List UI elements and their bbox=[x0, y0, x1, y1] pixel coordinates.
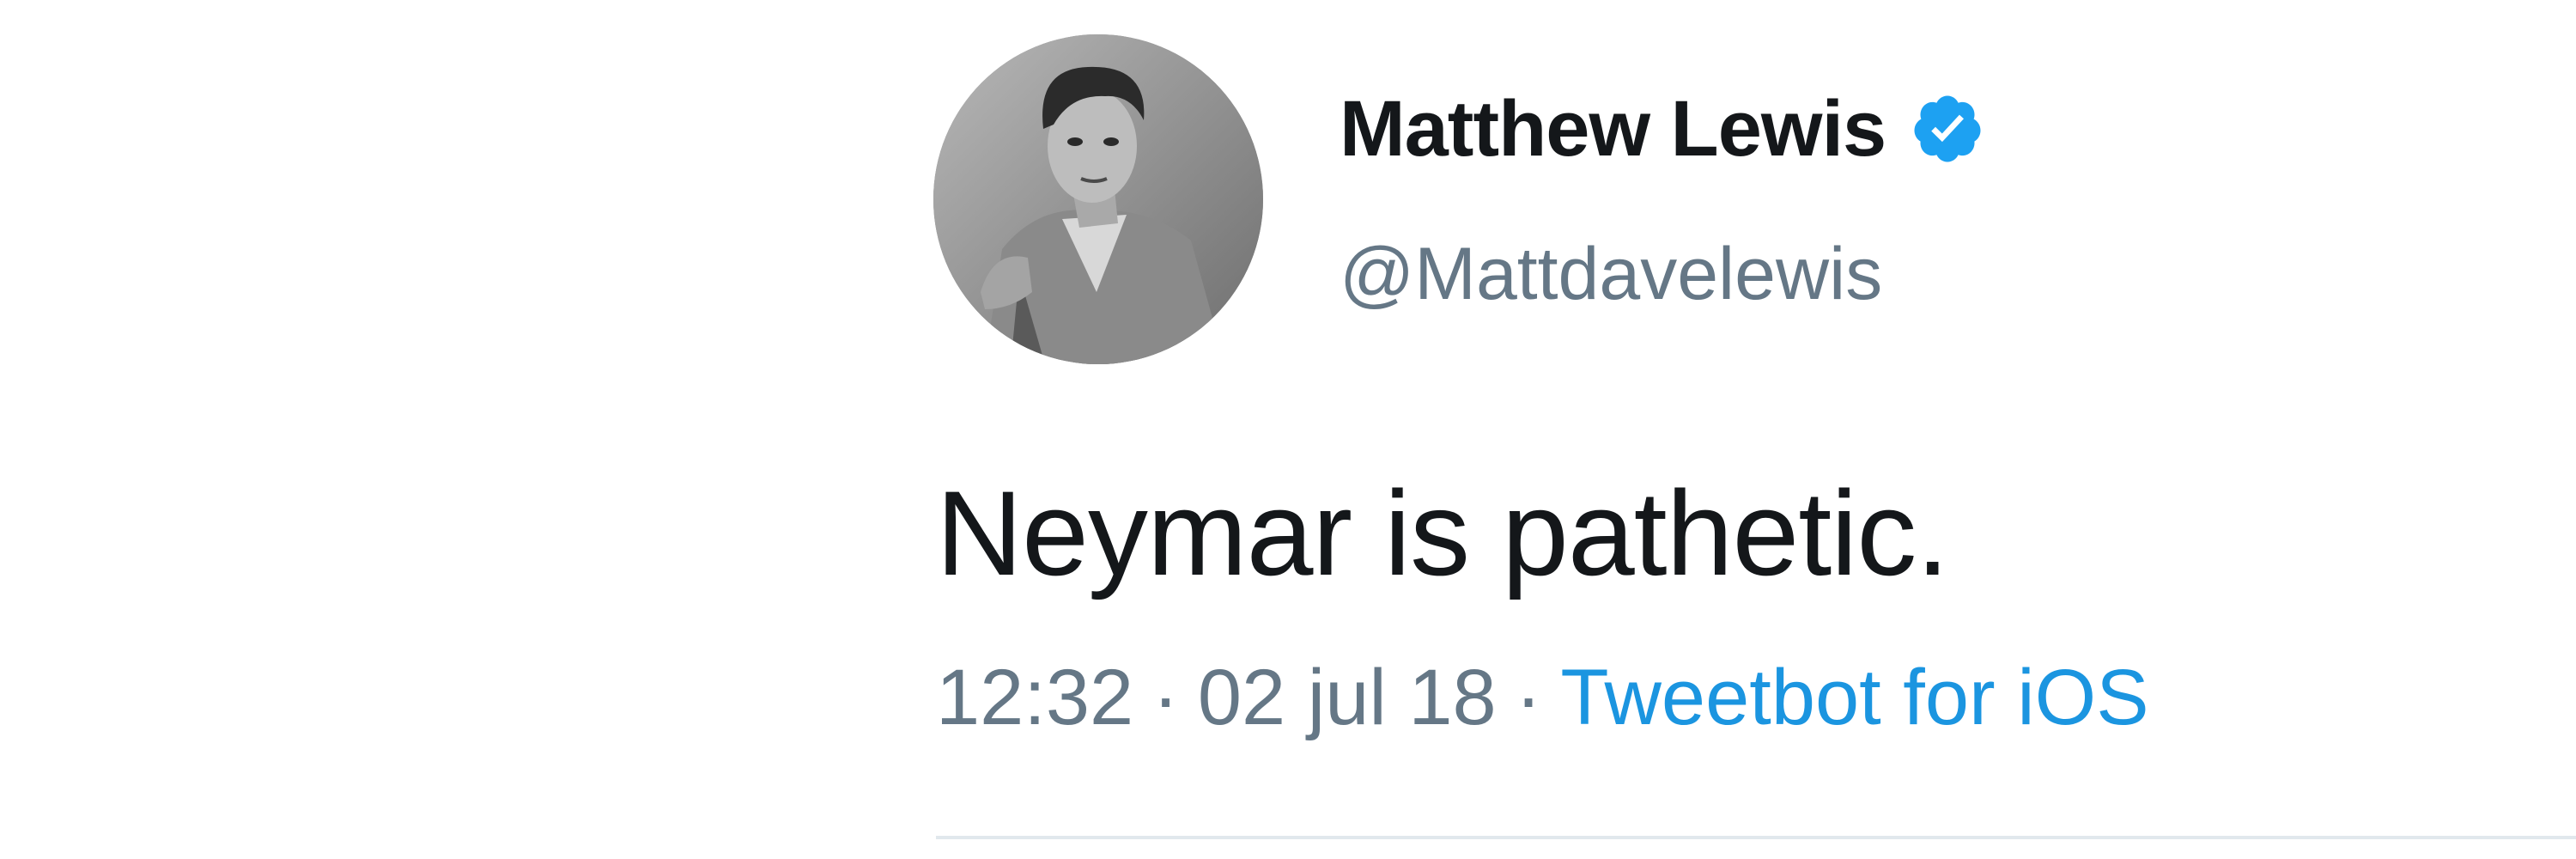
meta-separator: · bbox=[1515, 654, 1542, 741]
tweet-meta: 12:32 · 02 jul 18 · Tweetbot for iOS bbox=[936, 653, 2149, 743]
author-handle[interactable]: @Mattdavelewis bbox=[1340, 232, 1882, 317]
author-display-name[interactable]: Matthew Lewis bbox=[1340, 84, 1886, 174]
tweet-source-link[interactable]: Tweetbot for iOS bbox=[1560, 653, 2148, 743]
author-avatar[interactable] bbox=[933, 34, 1263, 364]
tweet-card: Matthew Lewis @Mattdavelewis Neymar is p… bbox=[0, 0, 2576, 859]
tweet-date[interactable]: 02 jul 18 bbox=[1198, 653, 1497, 743]
verified-badge-icon bbox=[1910, 91, 1985, 167]
author-name-row: Matthew Lewis bbox=[1340, 73, 1985, 185]
meta-separator: · bbox=[1152, 654, 1179, 741]
avatar-photo-icon bbox=[933, 34, 1263, 364]
divider bbox=[936, 836, 2576, 839]
tweet-time[interactable]: 12:32 bbox=[936, 653, 1133, 743]
tweet-text: Neymar is pathetic. bbox=[936, 466, 1949, 600]
